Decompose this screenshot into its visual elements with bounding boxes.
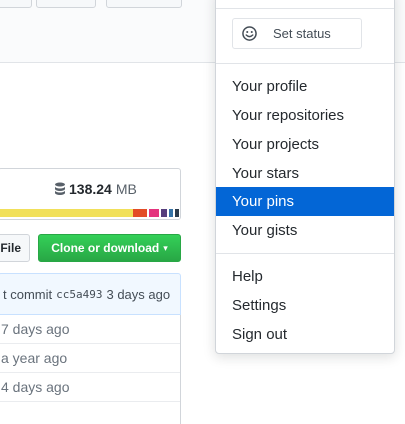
menu-item-your-gists[interactable]: Your gists [216, 216, 394, 245]
menu-item-help[interactable]: Help [216, 262, 394, 291]
database-icon [55, 182, 65, 195]
file-row[interactable]: 7 days ago [0, 315, 180, 344]
language-segment [0, 209, 133, 217]
commit-sha-link[interactable]: cc5a493 [56, 288, 102, 301]
file-row[interactable]: a year ago [0, 344, 180, 373]
repo-size-value: 138.24 [69, 181, 112, 197]
set-status-label: Set status [273, 26, 331, 41]
menu-item-your-projects[interactable]: Your projects [216, 130, 394, 159]
clone-download-label: Clone or download [51, 241, 160, 255]
language-bar[interactable] [0, 209, 180, 217]
menu-item-your-repositories[interactable]: Your repositories [216, 101, 394, 130]
menu-item-label: Your stars [232, 165, 299, 182]
menu-item-label: Your pins [232, 193, 294, 210]
file-row[interactable]: 4 days ago [0, 373, 180, 402]
file-row-age: a year ago [1, 350, 68, 366]
menu-item-label: Your repositories [232, 107, 345, 124]
menu-divider [216, 8, 394, 9]
commit-prefix: t commit [3, 286, 53, 302]
find-file-button[interactable]: File [0, 234, 30, 262]
commit-time: 3 days ago [106, 286, 171, 302]
file-row-age: 4 days ago [1, 379, 70, 395]
header-button-partial[interactable] [36, 0, 96, 8]
repo-size-unit: MB [115, 181, 137, 197]
menu-item-your-profile[interactable]: Your profile [216, 72, 394, 101]
file-row-age: 7 days ago [1, 321, 70, 337]
menu-item-sign-out[interactable]: Sign out [216, 320, 394, 349]
repo-size: 138.24 MB [54, 180, 137, 198]
menu-item-settings[interactable]: Settings [216, 291, 394, 320]
header-button-partial[interactable] [0, 0, 32, 8]
menu-divider [216, 63, 394, 64]
file-list: 7 days ago a year ago 4 days ago [0, 315, 181, 424]
header-button-partial[interactable] [106, 0, 182, 8]
menu-item-your-pins[interactable]: Your pins [216, 187, 394, 216]
user-dropdown-menu: Set status Your profile Your repositorie… [215, 0, 395, 354]
menu-item-your-stars[interactable]: Your stars [216, 159, 394, 188]
menu-divider [216, 253, 394, 254]
smiley-icon [242, 26, 257, 41]
language-segment [175, 209, 179, 217]
language-segment [133, 209, 147, 217]
menu-item-label: Sign out [232, 326, 288, 343]
menu-item-label: Your projects [232, 136, 319, 153]
find-file-label: File [0, 241, 21, 255]
latest-commit-bar: t commit cc5a493 3 days ago [0, 273, 181, 315]
menu-item-label: Your profile [232, 78, 308, 95]
caret-down-icon: ▾ [163, 242, 168, 253]
clone-download-button[interactable]: Clone or download ▾ [38, 234, 181, 262]
set-status-button[interactable]: Set status [232, 18, 362, 49]
menu-item-label: Your gists [232, 222, 298, 239]
menu-item-label: Settings [232, 297, 287, 314]
menu-item-label: Help [232, 268, 263, 285]
language-segment [149, 209, 159, 217]
